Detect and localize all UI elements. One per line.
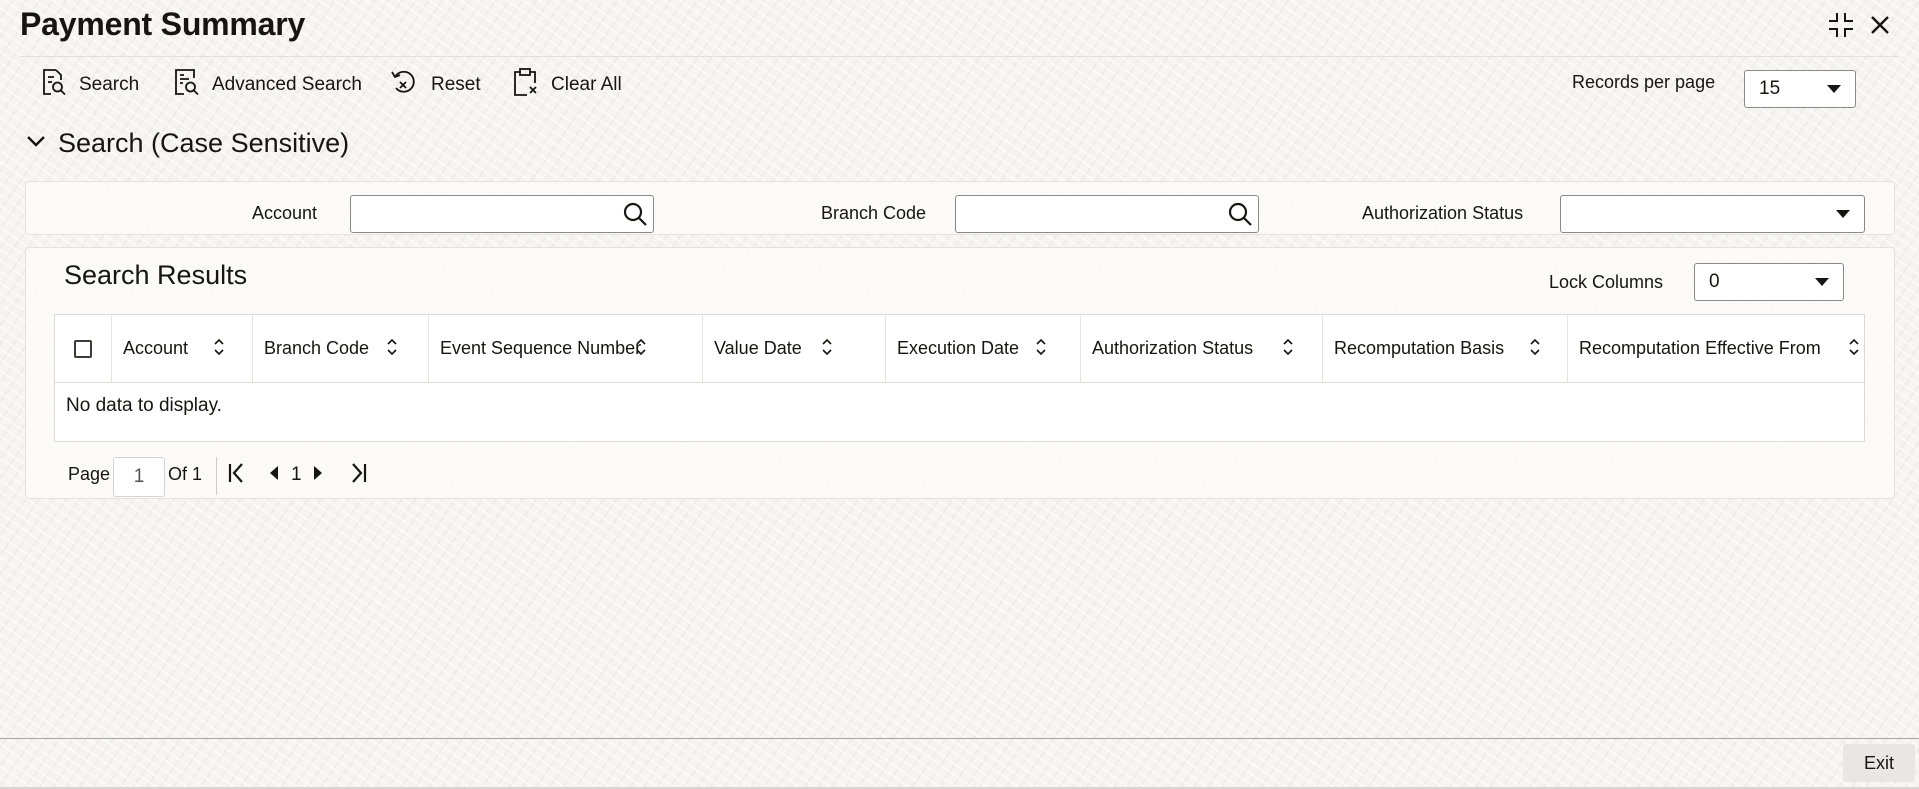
records-per-page-label: Records per page [1572,72,1716,92]
clear-all-button[interactable]: Clear All [511,68,622,102]
lock-columns-value: 0 [1709,271,1720,292]
records-per-page-select[interactable]: 15 [1744,70,1856,108]
reset-icon [389,67,419,103]
column-header-label: Value Date [714,338,802,358]
search-doc-icon [39,67,67,103]
page-of-label: Of 1 [168,464,203,484]
authorization-status-label: Authorization Status [1362,203,1524,223]
sort-icon[interactable] [821,337,833,357]
close-icon[interactable] [1863,8,1897,42]
empty-table-message: No data to display. [66,395,222,416]
reset-button-label: Reset [431,74,481,95]
advanced-search-button-label: Advanced Search [212,74,362,95]
column-header-event-sequence-number[interactable]: Event Sequence Number [429,315,703,382]
column-header-label: Event Sequence Number [440,338,642,358]
chevron-down-icon [1815,278,1829,286]
clear-clipboard-icon [511,67,539,103]
exit-button[interactable]: Exit [1843,744,1915,782]
account-field[interactable] [350,195,654,233]
records-per-page-value: 15 [1759,78,1781,99]
column-header-label: Recomputation Effective From [1579,338,1821,358]
column-header-execution-date[interactable]: Execution Date [886,315,1081,382]
search-results-title: Search Results [64,260,248,290]
sort-icon[interactable] [635,337,647,357]
sort-icon[interactable] [1529,337,1541,357]
column-header-recomputation-effective-from[interactable]: Recomputation Effective From [1568,315,1864,382]
next-page-icon[interactable] [312,460,326,486]
column-header-authorization-status[interactable]: Authorization Status [1081,315,1323,382]
advanced-search-button[interactable]: Advanced Search [172,68,362,102]
clear-all-button-label: Clear All [551,74,622,95]
account-label: Account [252,203,318,223]
search-button[interactable]: Search [39,68,139,102]
column-header-label: Execution Date [897,338,1020,358]
magnifier-icon[interactable] [621,200,649,228]
branch-code-label: Branch Code [821,203,927,223]
select-all-cell [55,315,112,382]
pagination-divider [216,457,217,495]
lock-columns-label: Lock Columns [1549,272,1664,292]
column-header-label: Branch Code [264,338,370,358]
lock-columns-select[interactable]: 0 [1694,263,1844,301]
page-number[interactable]: 1 [291,464,302,486]
page-label: Page [68,464,111,484]
sort-icon[interactable] [1848,337,1860,357]
previous-page-icon[interactable] [266,460,280,486]
branch-code-field[interactable] [955,195,1259,233]
search-section-title: Search (Case Sensitive) [58,128,350,158]
chevron-down-icon [1836,210,1850,218]
column-header-branch-code[interactable]: Branch Code [253,315,429,382]
sort-icon[interactable] [386,337,398,357]
column-header-label: Recomputation Basis [1334,338,1505,358]
sort-icon[interactable] [1282,337,1294,357]
authorization-status-select[interactable] [1560,195,1865,233]
advanced-search-icon [172,67,200,103]
collapse-section-chevron-icon[interactable] [26,134,46,153]
table-header-row: Account Branch Code Event Sequence Numbe… [55,315,1864,383]
sort-icon[interactable] [213,337,225,357]
select-all-checkbox[interactable] [74,339,92,358]
column-header-value-date[interactable]: Value Date [703,315,886,382]
last-page-icon[interactable] [347,460,369,486]
page-title: Payment Summary [20,6,306,42]
footer-divider [0,738,1919,739]
minimize-arrows-icon[interactable] [1824,8,1858,42]
magnifier-icon[interactable] [1226,200,1254,228]
sort-icon[interactable] [1035,337,1047,357]
column-header-label: Account [123,338,189,358]
chevron-down-icon [1827,85,1841,93]
header-divider [20,56,1899,57]
column-header-recomputation-basis[interactable]: Recomputation Basis [1323,315,1568,382]
column-header-account[interactable]: Account [112,315,253,382]
current-page-input[interactable]: 1 [113,457,165,497]
search-button-label: Search [79,74,140,95]
reset-button[interactable]: Reset [389,68,481,102]
results-table: Account Branch Code Event Sequence Numbe… [54,314,1865,442]
column-header-label: Authorization Status [1092,338,1254,358]
first-page-icon[interactable] [226,460,248,486]
